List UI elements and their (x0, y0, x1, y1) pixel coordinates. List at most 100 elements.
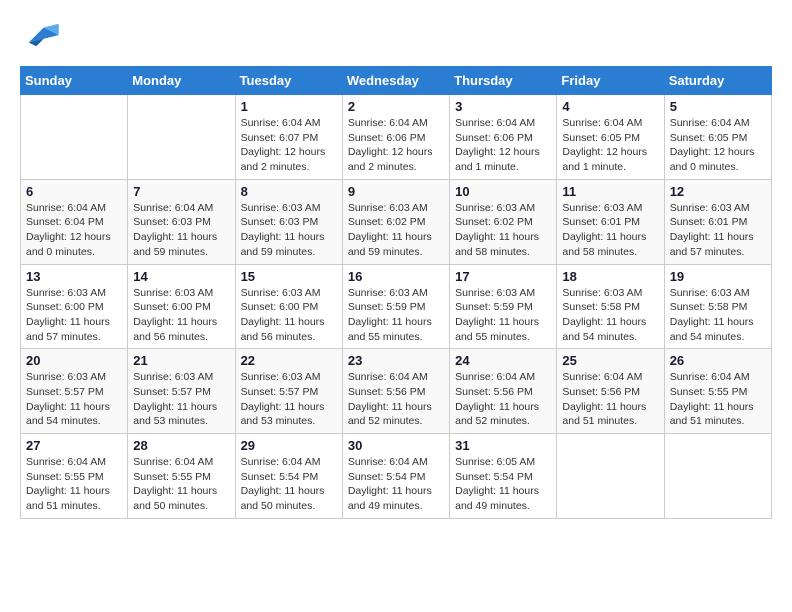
weekday-header-thursday: Thursday (450, 67, 557, 95)
day-number: 21 (133, 353, 229, 368)
weekday-header-sunday: Sunday (21, 67, 128, 95)
day-number: 14 (133, 269, 229, 284)
calendar-week-1: 1Sunrise: 6:04 AM Sunset: 6:07 PM Daylig… (21, 95, 772, 180)
day-number: 12 (670, 184, 766, 199)
day-info: Sunrise: 6:04 AM Sunset: 5:54 PM Dayligh… (348, 455, 444, 514)
day-number: 23 (348, 353, 444, 368)
day-info: Sunrise: 6:03 AM Sunset: 6:00 PM Dayligh… (133, 286, 229, 345)
day-number: 26 (670, 353, 766, 368)
day-info: Sunrise: 6:04 AM Sunset: 5:56 PM Dayligh… (348, 370, 444, 429)
day-number: 18 (562, 269, 658, 284)
day-info: Sunrise: 6:04 AM Sunset: 5:54 PM Dayligh… (241, 455, 337, 514)
calendar-cell: 25 Sunrise: 6:04 AM Sunset: 5:56 PM Dayli… (557, 349, 664, 434)
calendar-cell: 11 Sunrise: 6:03 AM Sunset: 6:01 PM Dayli… (557, 179, 664, 264)
calendar-cell: 15 Sunrise: 6:03 AM Sunset: 6:00 PM Dayli… (235, 264, 342, 349)
calendar-cell: 9 Sunrise: 6:03 AM Sunset: 6:02 PM Daylig… (342, 179, 449, 264)
calendar-cell: 3Sunrise: 6:04 AM Sunset: 6:06 PM Daylig… (450, 95, 557, 180)
day-info: Sunrise: 6:05 AM Sunset: 5:54 PM Dayligh… (455, 455, 551, 514)
day-info: Sunrise: 6:03 AM Sunset: 6:01 PM Dayligh… (562, 201, 658, 260)
day-number: 5 (670, 99, 766, 114)
day-number: 20 (26, 353, 122, 368)
calendar-cell: 31 Sunrise: 6:05 AM Sunset: 5:54 PM Dayli… (450, 434, 557, 519)
day-info: Sunrise: 6:04 AM Sunset: 6:03 PM Dayligh… (133, 201, 229, 260)
day-info: Sunrise: 6:04 AM Sunset: 6:06 PM Dayligh… (348, 116, 444, 175)
calendar-cell: 8 Sunrise: 6:03 AM Sunset: 6:03 PM Daylig… (235, 179, 342, 264)
calendar-cell: 30 Sunrise: 6:04 AM Sunset: 5:54 PM Dayli… (342, 434, 449, 519)
day-number: 1 (241, 99, 337, 114)
calendar-cell: 10Sunrise: 6:03 AM Sunset: 6:02 PM Dayli… (450, 179, 557, 264)
day-info: Sunrise: 6:03 AM Sunset: 6:02 PM Dayligh… (348, 201, 444, 260)
day-info: Sunrise: 6:04 AM Sunset: 6:05 PM Dayligh… (670, 116, 766, 175)
calendar-table: SundayMondayTuesdayWednesdayThursdayFrid… (20, 66, 772, 519)
day-number: 3 (455, 99, 551, 114)
calendar-cell: 2 Sunrise: 6:04 AM Sunset: 6:06 PM Daylig… (342, 95, 449, 180)
calendar-header-row: SundayMondayTuesdayWednesdayThursdayFrid… (21, 67, 772, 95)
day-info: Sunrise: 6:03 AM Sunset: 5:59 PM Dayligh… (455, 286, 551, 345)
day-info: Sunrise: 6:03 AM Sunset: 6:03 PM Dayligh… (241, 201, 337, 260)
day-info: Sunrise: 6:03 AM Sunset: 5:59 PM Dayligh… (348, 286, 444, 345)
calendar-cell: 18 Sunrise: 6:03 AM Sunset: 5:58 PM Dayli… (557, 264, 664, 349)
calendar-cell: 21 Sunrise: 6:03 AM Sunset: 5:57 PM Dayli… (128, 349, 235, 434)
calendar-cell (557, 434, 664, 519)
calendar-cell: 5 Sunrise: 6:04 AM Sunset: 6:05 PM Daylig… (664, 95, 771, 180)
calendar-cell: 27 Sunrise: 6:04 AM Sunset: 5:55 PM Dayli… (21, 434, 128, 519)
day-info: Sunrise: 6:03 AM Sunset: 5:57 PM Dayligh… (133, 370, 229, 429)
calendar-cell: 4 Sunrise: 6:04 AM Sunset: 6:05 PM Daylig… (557, 95, 664, 180)
weekday-header-saturday: Saturday (664, 67, 771, 95)
day-number: 2 (348, 99, 444, 114)
day-number: 31 (455, 438, 551, 453)
calendar-week-2: 6 Sunrise: 6:04 AM Sunset: 6:04 PM Daylig… (21, 179, 772, 264)
calendar-week-3: 13 Sunrise: 6:03 AM Sunset: 6:00 PM Dayli… (21, 264, 772, 349)
day-info: Sunrise: 6:04 AM Sunset: 5:55 PM Dayligh… (26, 455, 122, 514)
day-info: Sunrise: 6:03 AM Sunset: 6:01 PM Dayligh… (670, 201, 766, 260)
calendar-cell (21, 95, 128, 180)
day-info: Sunrise: 6:04 AM Sunset: 5:56 PM Dayligh… (455, 370, 551, 429)
weekday-header-friday: Friday (557, 67, 664, 95)
day-info: Sunrise: 6:03 AM Sunset: 5:58 PM Dayligh… (670, 286, 766, 345)
calendar-cell: 28Sunrise: 6:04 AM Sunset: 5:55 PM Dayli… (128, 434, 235, 519)
day-info: Sunrise: 6:04 AM Sunset: 6:04 PM Dayligh… (26, 201, 122, 260)
calendar-cell: 7 Sunrise: 6:04 AM Sunset: 6:03 PM Daylig… (128, 179, 235, 264)
calendar-cell: 16 Sunrise: 6:03 AM Sunset: 5:59 PM Dayli… (342, 264, 449, 349)
day-number: 29 (241, 438, 337, 453)
day-number: 28 (133, 438, 229, 453)
weekday-header-tuesday: Tuesday (235, 67, 342, 95)
calendar-cell: 13 Sunrise: 6:03 AM Sunset: 6:00 PM Dayli… (21, 264, 128, 349)
day-number: 27 (26, 438, 122, 453)
day-info: Sunrise: 6:04 AM Sunset: 5:55 PM Dayligh… (670, 370, 766, 429)
day-number: 19 (670, 269, 766, 284)
page-header (20, 20, 772, 50)
day-number: 25 (562, 353, 658, 368)
calendar-cell: 20 Sunrise: 6:03 AM Sunset: 5:57 PM Dayli… (21, 349, 128, 434)
day-number: 10 (455, 184, 551, 199)
day-number: 11 (562, 184, 658, 199)
day-info: Sunrise: 6:04 AM Sunset: 6:05 PM Dayligh… (562, 116, 658, 175)
day-number: 22 (241, 353, 337, 368)
calendar-cell: 12 Sunrise: 6:03 AM Sunset: 6:01 PM Dayli… (664, 179, 771, 264)
day-number: 8 (241, 184, 337, 199)
calendar-cell: 6 Sunrise: 6:04 AM Sunset: 6:04 PM Daylig… (21, 179, 128, 264)
day-number: 15 (241, 269, 337, 284)
calendar-cell: 23 Sunrise: 6:04 AM Sunset: 5:56 PM Dayli… (342, 349, 449, 434)
day-info: Sunrise: 6:03 AM Sunset: 5:57 PM Dayligh… (241, 370, 337, 429)
calendar-cell (664, 434, 771, 519)
calendar-cell: 1Sunrise: 6:04 AM Sunset: 6:07 PM Daylig… (235, 95, 342, 180)
day-number: 6 (26, 184, 122, 199)
day-number: 13 (26, 269, 122, 284)
day-number: 4 (562, 99, 658, 114)
calendar-week-4: 20 Sunrise: 6:03 AM Sunset: 5:57 PM Dayli… (21, 349, 772, 434)
day-number: 30 (348, 438, 444, 453)
day-info: Sunrise: 6:03 AM Sunset: 5:58 PM Dayligh… (562, 286, 658, 345)
day-info: Sunrise: 6:04 AM Sunset: 5:56 PM Dayligh… (562, 370, 658, 429)
day-info: Sunrise: 6:03 AM Sunset: 6:00 PM Dayligh… (26, 286, 122, 345)
day-number: 17 (455, 269, 551, 284)
calendar-cell: 26 Sunrise: 6:04 AM Sunset: 5:55 PM Dayli… (664, 349, 771, 434)
weekday-header-wednesday: Wednesday (342, 67, 449, 95)
day-number: 7 (133, 184, 229, 199)
day-info: Sunrise: 6:03 AM Sunset: 6:00 PM Dayligh… (241, 286, 337, 345)
day-number: 9 (348, 184, 444, 199)
calendar-cell (128, 95, 235, 180)
logo-icon (20, 20, 60, 50)
day-info: Sunrise: 6:03 AM Sunset: 5:57 PM Dayligh… (26, 370, 122, 429)
day-number: 16 (348, 269, 444, 284)
